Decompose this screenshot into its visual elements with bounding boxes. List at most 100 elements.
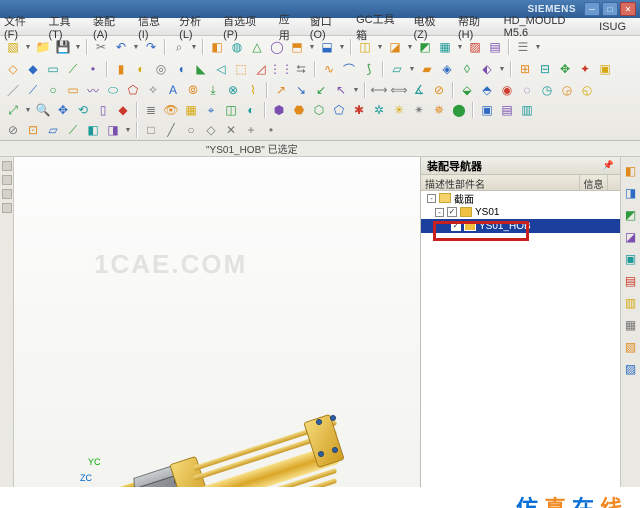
shell-icon[interactable]: ⬚: [232, 60, 250, 78]
rail-btn-4[interactable]: ◪: [623, 229, 639, 245]
feat2-icon[interactable]: ⬣: [290, 101, 308, 119]
maximize-button[interactable]: □: [602, 2, 618, 16]
tree-collapse-icon[interactable]: -: [435, 208, 444, 217]
close-button[interactable]: ✕: [620, 2, 636, 16]
mo1-icon[interactable]: ▣: [478, 101, 496, 119]
dropdown-icon[interactable]: ▼: [406, 44, 414, 51]
asm-move-icon[interactable]: ✥: [556, 60, 574, 78]
curve1-icon[interactable]: ∿: [320, 60, 338, 78]
sel-feature-icon[interactable]: ◨: [104, 121, 122, 139]
resource-tab-2[interactable]: [2, 175, 12, 185]
pin-icon[interactable]: 📌: [603, 160, 614, 171]
rail-btn-1[interactable]: ◧: [623, 163, 639, 179]
menu-analysis[interactable]: 分析(L): [179, 13, 213, 41]
checkbox-icon[interactable]: ✓: [447, 207, 457, 217]
snap-center-icon[interactable]: ○: [182, 121, 200, 139]
surf5-icon[interactable]: ⬖: [478, 60, 496, 78]
dropdown-icon[interactable]: ▼: [24, 107, 32, 114]
pattern-icon[interactable]: ⋮⋮: [272, 60, 290, 78]
sel-face-icon[interactable]: ▱: [44, 121, 62, 139]
redo-icon[interactable]: ↷: [142, 38, 160, 56]
color-icon[interactable]: ▦: [182, 101, 200, 119]
graphics-viewport[interactable]: 1CAE.COM YC ZC XC: [14, 157, 420, 487]
snap-quad-icon[interactable]: ◇: [202, 121, 220, 139]
project-icon[interactable]: ⤓: [204, 81, 222, 99]
mo2-icon[interactable]: ▤: [498, 101, 516, 119]
dropdown-icon[interactable]: ▼: [308, 44, 316, 51]
sketch-icon[interactable]: ◇: [4, 60, 22, 78]
an4-icon[interactable]: ◌: [518, 81, 536, 99]
tree-node-part-selected[interactable]: ✓ YS01_HOB: [421, 219, 620, 233]
edit3-icon[interactable]: ↙: [312, 81, 330, 99]
menu-hdmould[interactable]: HD_MOULD M5.6: [504, 15, 589, 39]
render-diamond-icon[interactable]: ◆: [114, 101, 132, 119]
view-fit-icon[interactable]: ⤢: [4, 101, 22, 119]
offset-icon[interactable]: ⦾: [184, 81, 202, 99]
menu-preferences[interactable]: 首选项(P): [223, 13, 269, 41]
cylinder-icon[interactable]: ◍: [228, 38, 246, 56]
subtract-icon[interactable]: ⬓: [318, 38, 336, 56]
unite-icon[interactable]: ⬒: [288, 38, 306, 56]
asm-constraint-icon[interactable]: ⊟: [536, 60, 554, 78]
asm-misc-icon[interactable]: ▣: [596, 60, 614, 78]
view-zoom-icon[interactable]: 🔍: [34, 101, 52, 119]
surf4-icon[interactable]: ◊: [458, 60, 476, 78]
rail-btn-3[interactable]: ◩: [623, 207, 639, 223]
menu-isug[interactable]: ISUG: [599, 21, 626, 33]
rect-icon[interactable]: ▭: [64, 81, 82, 99]
feat7-icon[interactable]: ✳: [390, 101, 408, 119]
menu-info[interactable]: 信息(I): [138, 13, 169, 41]
dim4-icon[interactable]: ⊘: [430, 81, 448, 99]
rail-btn-6[interactable]: ▤: [623, 273, 639, 289]
feat6-icon[interactable]: ✲: [370, 101, 388, 119]
blend-icon[interactable]: ◖: [172, 60, 190, 78]
text-icon[interactable]: A: [164, 81, 182, 99]
studio-icon[interactable]: ✧: [144, 81, 162, 99]
spline-icon[interactable]: 〰: [84, 81, 102, 99]
mirror-icon[interactable]: ⮀: [292, 60, 310, 78]
dropdown-icon[interactable]: ▼: [352, 87, 360, 94]
tree-collapse-icon[interactable]: -: [427, 194, 436, 203]
feat1-icon[interactable]: ⬢: [270, 101, 288, 119]
resource-tab-4[interactable]: [2, 203, 12, 213]
sel-noselect-icon[interactable]: ⊘: [4, 121, 22, 139]
command-finder-icon[interactable]: ⌕: [170, 38, 188, 56]
column-partname[interactable]: 描述性部件名: [421, 175, 580, 190]
plane-icon[interactable]: ▭: [44, 60, 62, 78]
edit4-icon[interactable]: ↖: [332, 81, 350, 99]
clip-icon[interactable]: ◫: [222, 101, 240, 119]
feat4-icon[interactable]: ⬠: [330, 101, 348, 119]
sel-entity-icon[interactable]: ⊡: [24, 121, 42, 139]
column-info[interactable]: 信息: [580, 175, 608, 190]
asm2-icon[interactable]: ◪: [386, 38, 404, 56]
asm5-icon[interactable]: ▨: [466, 38, 484, 56]
rail-btn-8[interactable]: ▦: [623, 317, 639, 333]
snap-end-icon[interactable]: □: [142, 121, 160, 139]
feat9-icon[interactable]: ✵: [430, 101, 448, 119]
open-icon[interactable]: 📁: [34, 38, 52, 56]
resource-tab-3[interactable]: [2, 189, 12, 199]
dropdown-icon[interactable]: ▼: [498, 66, 506, 73]
dropdown-icon[interactable]: ▼: [24, 44, 32, 51]
view-rotate-icon[interactable]: ⟲: [74, 101, 92, 119]
dropdown-icon[interactable]: ▼: [190, 44, 198, 51]
dropdown-icon[interactable]: ▼: [124, 127, 132, 134]
asm-explode-icon[interactable]: ✦: [576, 60, 594, 78]
surf2-icon[interactable]: ▰: [418, 60, 436, 78]
feat5-icon[interactable]: ✱: [350, 101, 368, 119]
curve3-icon[interactable]: ⟆: [360, 60, 378, 78]
menu-electrode[interactable]: 电极(Z): [413, 13, 448, 41]
dropdown-icon[interactable]: ▼: [456, 44, 464, 51]
curve2-icon[interactable]: ⌒: [340, 60, 358, 78]
an6-icon[interactable]: ◶: [558, 81, 576, 99]
an7-icon[interactable]: ◵: [578, 81, 596, 99]
dim1-icon[interactable]: ⟷: [370, 81, 388, 99]
view-front-icon[interactable]: ▯: [94, 101, 112, 119]
mo3-icon[interactable]: ▥: [518, 101, 536, 119]
asm3-icon[interactable]: ◩: [416, 38, 434, 56]
view-pan-icon[interactable]: ✥: [54, 101, 72, 119]
sel-body-icon[interactable]: ◧: [84, 121, 102, 139]
box-icon[interactable]: ◧: [208, 38, 226, 56]
an5-icon[interactable]: ◷: [538, 81, 556, 99]
misc-icon[interactable]: ☰: [514, 38, 532, 56]
